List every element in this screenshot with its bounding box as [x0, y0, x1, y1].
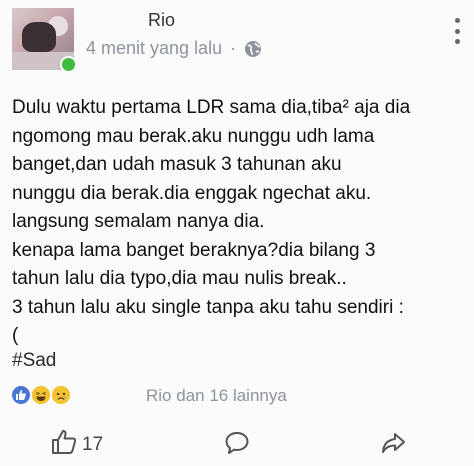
post-card: Rio 4 menit yang lalu · Dulu waktu perta…	[0, 0, 474, 466]
post-text-line: banget,dan udah masuk 3 tahunan aku	[12, 154, 342, 175]
haha-icon	[32, 386, 50, 404]
action-bar: 17	[0, 424, 474, 460]
comment-icon	[224, 432, 250, 460]
online-status-dot	[60, 56, 77, 73]
comment-button[interactable]	[224, 430, 250, 461]
post-text-line: nunggu dia berak.dia enggak ngechat aku.	[12, 182, 372, 204]
thumbs-up-icon	[50, 428, 78, 462]
reaction-names[interactable]: Rio dan 16 lainnya	[146, 386, 287, 406]
post-text-line: (	[12, 325, 19, 346]
more-options-icon[interactable]	[454, 18, 460, 44]
post-meta: 4 menit yang lalu ·	[86, 38, 262, 59]
sad-icon	[52, 386, 70, 404]
post-text-line: ngomong mau berak.aku nunggu udh lama	[12, 125, 375, 147]
like-count: 17	[82, 434, 104, 455]
like-button[interactable]: 17	[50, 428, 103, 462]
share-icon	[380, 433, 406, 460]
globe-icon[interactable]	[244, 40, 262, 58]
reaction-icons[interactable]	[12, 386, 72, 404]
meta-separator: ·	[230, 38, 237, 58]
post-text: Dulu waktu pertama LDR sama dia,tiba² aj…	[12, 94, 468, 351]
hashtag-link[interactable]: #Sad	[12, 350, 56, 372]
post-text-line: kenapa lama banget beraknya?dia bilang 3	[12, 239, 376, 261]
post-text-line: 3 tahun lalu aku single tanpa aku tahu s…	[12, 296, 404, 318]
post-text-line: Dulu waktu pertama LDR sama dia,tiba² aj…	[12, 97, 411, 118]
post-text-line: langsung semalam nanya dia.	[12, 211, 265, 232]
like-icon	[12, 386, 30, 404]
post-text-line: tahun lalu dia typo,dia mau nulis break.…	[12, 268, 347, 289]
share-button[interactable]	[380, 430, 406, 461]
author-name[interactable]: Rio	[148, 10, 175, 31]
post-timestamp[interactable]: 4 menit yang lalu	[86, 38, 222, 59]
